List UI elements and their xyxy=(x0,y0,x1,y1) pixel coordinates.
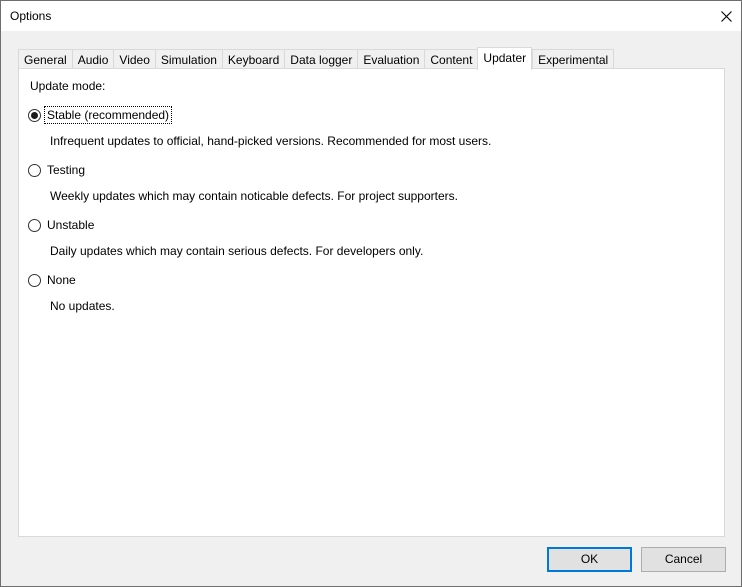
tab-data-logger[interactable]: Data logger xyxy=(284,49,358,69)
tab-general[interactable]: General xyxy=(18,49,72,69)
radio-option-testing[interactable]: Testing xyxy=(28,162,87,178)
window-title: Options xyxy=(10,9,52,23)
radio-option-stable[interactable]: Stable (recommended) xyxy=(28,106,173,124)
tab-experimental[interactable]: Experimental xyxy=(532,49,615,69)
radio-button-stable[interactable] xyxy=(28,108,41,122)
option-label-stable[interactable]: Stable (recommended) xyxy=(43,106,173,124)
description-unstable: Daily updates which may contain serious … xyxy=(50,244,424,258)
tab-updater[interactable]: Updater xyxy=(477,47,533,70)
option-label-testing[interactable]: Testing xyxy=(45,162,87,178)
tab-audio[interactable]: Audio xyxy=(71,49,114,69)
tab-evaluation[interactable]: Evaluation xyxy=(357,49,425,69)
cancel-button[interactable]: Cancel xyxy=(641,547,726,572)
tab-strip: General Audio Video Simulation Keyboard … xyxy=(18,47,615,70)
close-icon xyxy=(720,10,732,22)
tab-video[interactable]: Video xyxy=(113,49,155,69)
radio-button-unstable[interactable] xyxy=(28,218,41,232)
option-label-unstable[interactable]: Unstable xyxy=(45,217,96,233)
radio-button-none[interactable] xyxy=(28,273,41,287)
tab-keyboard[interactable]: Keyboard xyxy=(221,49,285,69)
radio-button-testing[interactable] xyxy=(28,163,41,177)
radio-option-none[interactable]: None xyxy=(28,272,78,288)
option-label-none[interactable]: None xyxy=(45,272,78,288)
radio-option-unstable[interactable]: Unstable xyxy=(28,217,96,233)
close-button[interactable] xyxy=(711,1,741,31)
title-bar: Options xyxy=(1,1,741,31)
ok-button[interactable]: OK xyxy=(547,547,632,572)
update-mode-label: Update mode: xyxy=(30,79,106,93)
options-dialog: Options General Audio Video Simulation K… xyxy=(0,0,742,587)
description-stable: Infrequent updates to official, hand-pic… xyxy=(50,134,492,148)
updater-panel: Update mode: Stable (recommended) Infreq… xyxy=(18,68,725,537)
tab-simulation[interactable]: Simulation xyxy=(154,49,222,69)
tab-content[interactable]: Content xyxy=(424,49,478,69)
description-testing: Weekly updates which may contain noticab… xyxy=(50,189,458,203)
description-none: No updates. xyxy=(50,299,115,313)
